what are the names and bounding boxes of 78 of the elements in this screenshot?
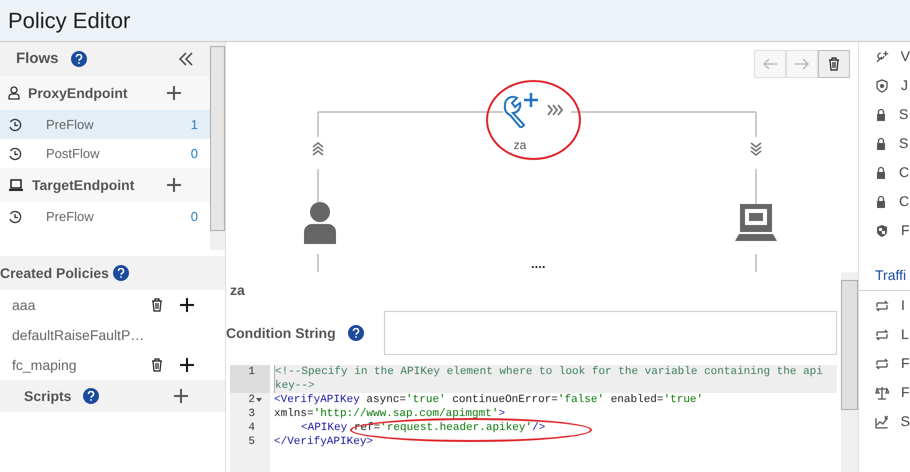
code-line: </VerifyAPIKey> xyxy=(274,435,374,449)
help-icon[interactable] xyxy=(83,388,100,404)
line-number: 3 xyxy=(248,407,255,421)
laptop-icon xyxy=(8,178,24,192)
wrench-icon xyxy=(875,50,889,64)
flow-item[interactable]: PreFlow 1 xyxy=(0,110,210,139)
policy-name: za xyxy=(229,281,246,300)
lock-icon xyxy=(875,108,887,122)
scrollbar-thumb[interactable] xyxy=(841,280,858,410)
palette-item[interactable]: J xyxy=(859,71,910,100)
help-icon[interactable] xyxy=(70,51,87,67)
clock-icon xyxy=(8,118,22,132)
line-number: 5 xyxy=(248,435,255,449)
lock-icon xyxy=(875,166,887,180)
line-number: 2 xyxy=(248,393,255,407)
line-number: 4 xyxy=(248,421,255,435)
swap-icon xyxy=(875,298,889,312)
swap-icon xyxy=(875,356,889,370)
palette-item[interactable]: F xyxy=(859,378,910,407)
endpoint-label: TargetEndpoint xyxy=(32,176,136,195)
user-icon xyxy=(304,202,336,244)
code-line: xmlns='http://www.sap.com/apimgmt'> xyxy=(274,407,506,421)
palette-item[interactable]: C xyxy=(859,187,910,216)
flows-title: Flows xyxy=(16,48,59,69)
person-icon xyxy=(8,86,20,100)
up-chevrons-icon xyxy=(312,142,324,156)
left-arrow-icon xyxy=(762,58,778,70)
section-title: Traffi xyxy=(875,266,906,285)
palette-item[interactable]: V xyxy=(859,42,910,71)
lock-icon xyxy=(875,194,887,208)
more-dots[interactable]: .... xyxy=(531,257,546,270)
policies-title: Created Policies xyxy=(0,264,109,282)
palette-item[interactable]: I xyxy=(859,291,910,320)
add-icon[interactable] xyxy=(166,85,182,101)
down-chevrons-icon xyxy=(750,142,762,156)
palette-item[interactable]: F xyxy=(859,216,910,245)
palette-item[interactable]: S xyxy=(859,407,910,436)
palette-item[interactable]: S xyxy=(859,100,910,129)
trash-icon[interactable] xyxy=(828,57,840,71)
fold-caret-icon[interactable] xyxy=(256,398,262,402)
help-icon[interactable] xyxy=(112,265,129,281)
policy-item[interactable]: fc_maping xyxy=(0,350,215,380)
palette-item[interactable]: C xyxy=(859,158,910,187)
palette-item[interactable]: L xyxy=(859,320,910,349)
policy-item[interactable]: defaultRaiseFaultP… xyxy=(0,320,215,350)
policy-label: za xyxy=(514,137,526,154)
chevrons-right-icon xyxy=(547,104,563,116)
right-arrow-icon xyxy=(794,58,810,70)
scale-icon xyxy=(875,386,889,400)
lock-icon xyxy=(875,136,887,150)
palette-item[interactable]: S xyxy=(859,129,910,158)
collapse-icon[interactable] xyxy=(178,52,194,66)
line-number: 1 xyxy=(248,365,255,380)
shield-icon xyxy=(875,224,889,238)
scripts-title: Scripts xyxy=(24,386,72,406)
code-editor[interactable] xyxy=(230,365,837,472)
code-line: <VerifyAPIKey async='true' continueOnError='false' enabled='true' xyxy=(274,393,704,407)
trash-icon[interactable] xyxy=(151,298,163,312)
endpoint-label: ProxyEndpoint xyxy=(28,84,129,103)
delete-button[interactable] xyxy=(818,50,850,78)
condition-input[interactable] xyxy=(384,311,837,355)
add-icon[interactable] xyxy=(166,177,182,193)
help-icon[interactable] xyxy=(348,325,364,341)
clock-icon xyxy=(8,146,22,160)
clock-icon xyxy=(8,210,22,224)
add-icon[interactable] xyxy=(179,297,195,313)
page-title: Policy Editor xyxy=(8,7,130,35)
laptop-icon xyxy=(735,202,777,242)
badge-icon xyxy=(875,78,889,92)
palette-item[interactable]: F xyxy=(859,349,910,378)
policy-item[interactable]: aaa xyxy=(0,290,215,320)
add-icon[interactable] xyxy=(179,357,195,373)
condition-label: Condition String xyxy=(226,324,336,343)
chart-icon xyxy=(875,414,889,428)
add-icon[interactable] xyxy=(173,388,189,404)
trash-icon[interactable] xyxy=(151,358,163,372)
swap-icon xyxy=(875,328,889,342)
wrench-plus-icon[interactable] xyxy=(501,92,539,128)
